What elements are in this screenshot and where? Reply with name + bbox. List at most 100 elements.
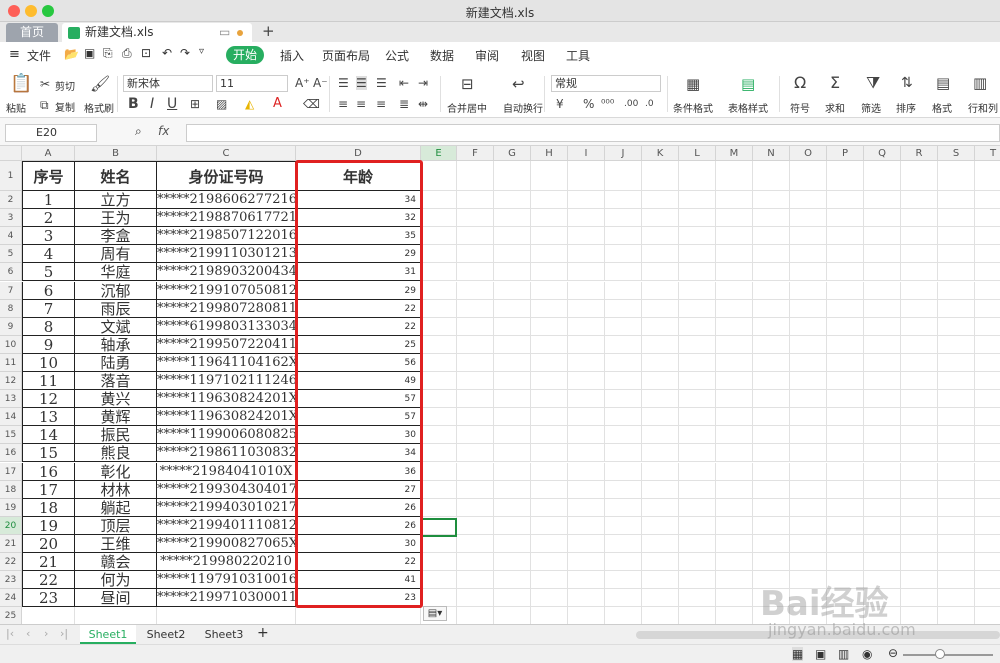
- empty-cell[interactable]: [901, 408, 938, 427]
- cell-name[interactable]: 周有: [75, 245, 157, 264]
- empty-cell[interactable]: [827, 589, 864, 608]
- cell-age[interactable]: 30: [296, 426, 421, 445]
- cell-id[interactable]: *****2199110301213: [157, 245, 296, 264]
- empty-cell[interactable]: [494, 516, 531, 535]
- empty-cell[interactable]: [901, 317, 938, 336]
- empty-cell[interactable]: [975, 161, 1000, 191]
- empty-cell[interactable]: [642, 317, 679, 336]
- empty-cell[interactable]: [753, 227, 790, 246]
- empty-cell[interactable]: [457, 191, 494, 210]
- empty-cell[interactable]: [716, 191, 753, 210]
- row-header[interactable]: 1: [0, 161, 22, 191]
- empty-cell[interactable]: [457, 480, 494, 499]
- empty-cell[interactable]: [679, 462, 716, 481]
- empty-cell[interactable]: [790, 589, 827, 608]
- sheet-tab-1[interactable]: Sheet1: [80, 625, 136, 644]
- format-button[interactable]: 格式: [932, 100, 952, 115]
- bold-icon[interactable]: B: [128, 97, 139, 111]
- empty-cell[interactable]: [531, 516, 568, 535]
- cell-name[interactable]: 落音: [75, 372, 157, 391]
- cell-age[interactable]: 22: [296, 299, 421, 318]
- row-header[interactable]: 21: [0, 534, 22, 553]
- cell-seq[interactable]: 14: [22, 426, 75, 445]
- empty-cell[interactable]: [901, 299, 938, 318]
- empty-cell[interactable]: [421, 571, 457, 590]
- empty-cell[interactable]: [716, 281, 753, 300]
- empty-cell[interactable]: [605, 553, 642, 572]
- empty-cell[interactable]: [457, 516, 494, 535]
- empty-cell[interactable]: [642, 191, 679, 210]
- empty-cell[interactable]: [790, 534, 827, 553]
- empty-cell[interactable]: [938, 480, 975, 499]
- empty-cell[interactable]: [716, 227, 753, 246]
- decrease-decimal-icon[interactable]: .0: [645, 97, 654, 111]
- empty-cell[interactable]: [716, 534, 753, 553]
- empty-cell[interactable]: [938, 607, 975, 624]
- empty-cell[interactable]: [864, 534, 901, 553]
- empty-cell[interactable]: [568, 589, 605, 608]
- italic-icon[interactable]: I: [150, 97, 154, 111]
- cell-id[interactable]: *****219900827065X: [157, 534, 296, 553]
- cell-age[interactable]: 25: [296, 335, 421, 354]
- empty-cell[interactable]: [605, 534, 642, 553]
- cell-age[interactable]: 29: [296, 245, 421, 264]
- decrease-font-icon[interactable]: A⁻: [313, 76, 328, 90]
- empty-cell[interactable]: [864, 390, 901, 409]
- empty-cell[interactable]: [938, 191, 975, 210]
- empty-cell[interactable]: [901, 335, 938, 354]
- empty-cell[interactable]: [753, 607, 790, 624]
- empty-cell[interactable]: [457, 444, 494, 463]
- empty-cell[interactable]: [531, 317, 568, 336]
- zoom-slider-thumb[interactable]: [935, 649, 945, 659]
- empty-cell[interactable]: [716, 299, 753, 318]
- empty-cell[interactable]: [605, 390, 642, 409]
- menu-tools[interactable]: 工具: [566, 47, 590, 64]
- empty-cell[interactable]: [642, 516, 679, 535]
- cell-seq[interactable]: 16: [22, 462, 75, 481]
- empty-cell[interactable]: [753, 209, 790, 228]
- empty-cell[interactable]: [642, 553, 679, 572]
- empty-cell[interactable]: [975, 191, 1000, 210]
- sheet-tab-3[interactable]: Sheet3: [198, 625, 250, 644]
- empty-cell[interactable]: [864, 161, 901, 191]
- empty-cell[interactable]: [901, 390, 938, 409]
- last-sheet-icon[interactable]: ›|: [60, 627, 68, 640]
- cell-seq[interactable]: 8: [22, 317, 75, 336]
- cell-age[interactable]: 22: [296, 553, 421, 572]
- empty-cell[interactable]: [864, 372, 901, 391]
- cell-age[interactable]: 49: [296, 372, 421, 391]
- cell-name[interactable]: 王维: [75, 534, 157, 553]
- empty-cell[interactable]: [679, 335, 716, 354]
- row-header[interactable]: 16: [0, 444, 22, 463]
- empty-cell[interactable]: [642, 444, 679, 463]
- empty-cell[interactable]: [605, 281, 642, 300]
- cell-name[interactable]: 顶层: [75, 516, 157, 535]
- sum-button[interactable]: 求和: [825, 100, 845, 115]
- empty-cell[interactable]: [457, 209, 494, 228]
- merge-center-icon[interactable]: ⊟: [461, 77, 474, 92]
- empty-cell[interactable]: [716, 426, 753, 445]
- empty-cell[interactable]: [568, 263, 605, 282]
- empty-cell[interactable]: [864, 281, 901, 300]
- page-break-view-icon[interactable]: ▥: [838, 647, 849, 661]
- paste-button[interactable]: 粘贴: [6, 100, 26, 115]
- sort-button[interactable]: 排序: [896, 100, 916, 115]
- empty-cell[interactable]: [494, 390, 531, 409]
- row-header[interactable]: 24: [0, 589, 22, 608]
- cell-seq[interactable]: 13: [22, 408, 75, 427]
- empty-cell[interactable]: [494, 209, 531, 228]
- empty-cell[interactable]: [864, 227, 901, 246]
- empty-cell[interactable]: [568, 553, 605, 572]
- cell-seq[interactable]: 5: [22, 263, 75, 282]
- empty-cell[interactable]: [679, 571, 716, 590]
- empty-cell[interactable]: [679, 353, 716, 372]
- empty-cell[interactable]: [827, 607, 864, 624]
- empty-cell[interactable]: [901, 607, 938, 624]
- row-col-button[interactable]: 行和列: [968, 100, 998, 115]
- wrap-text-button[interactable]: 自动换行: [503, 100, 543, 115]
- empty-cell[interactable]: [421, 534, 457, 553]
- cell-age[interactable]: 34: [296, 191, 421, 210]
- format-painter-button[interactable]: 格式刷: [84, 100, 114, 115]
- row-header[interactable]: 11: [0, 353, 22, 372]
- empty-cell[interactable]: [753, 444, 790, 463]
